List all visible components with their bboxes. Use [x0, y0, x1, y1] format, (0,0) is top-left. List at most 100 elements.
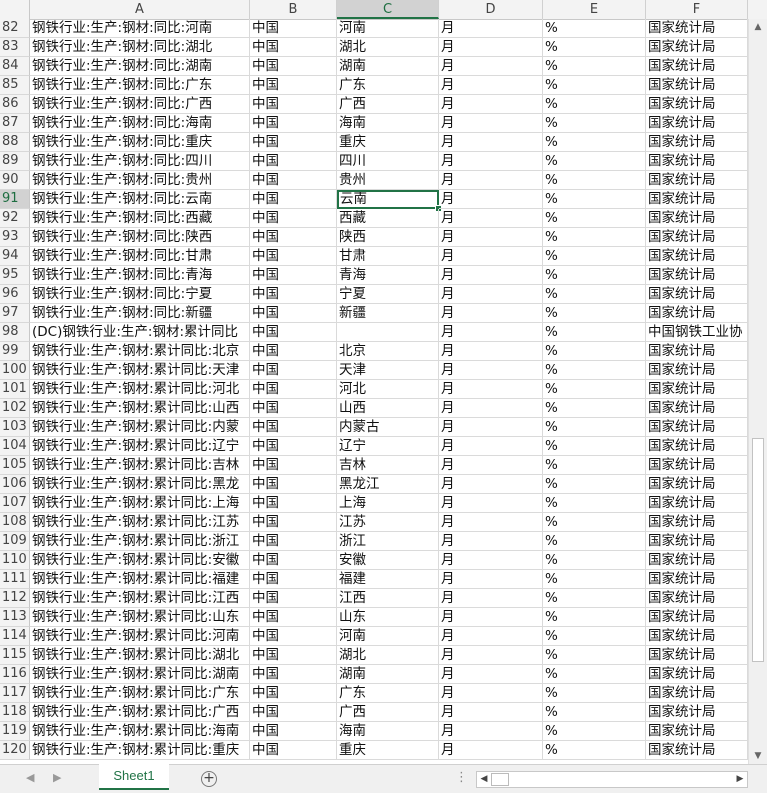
cell-a[interactable]: 钢铁行业:生产:钢材:累计同比:天津: [30, 361, 250, 380]
cell-e[interactable]: %: [543, 399, 646, 418]
cell-c[interactable]: 湖北: [337, 646, 439, 665]
arrow-right-icon[interactable]: ▶: [733, 772, 747, 787]
cell-d[interactable]: 月: [439, 152, 543, 171]
cell-b[interactable]: 中国: [250, 228, 337, 247]
cell-d[interactable]: 月: [439, 703, 543, 722]
cell-a[interactable]: 钢铁行业:生产:钢材:累计同比:吉林: [30, 456, 250, 475]
row-header[interactable]: 112: [0, 589, 30, 608]
cell-f[interactable]: 国家统计局: [646, 19, 748, 38]
cell-f[interactable]: 国家统计局: [646, 532, 748, 551]
cell-c[interactable]: 海南: [337, 722, 439, 741]
cell-a[interactable]: 钢铁行业:生产:钢材:累计同比:山东: [30, 608, 250, 627]
cell-f[interactable]: 国家统计局: [646, 570, 748, 589]
cell-b[interactable]: 中国: [250, 114, 337, 133]
column-header-e[interactable]: E: [543, 0, 646, 19]
cell-a[interactable]: 钢铁行业:生产:钢材:累计同比:江西: [30, 589, 250, 608]
cell-c[interactable]: 重庆: [337, 133, 439, 152]
cell-b[interactable]: 中国: [250, 342, 337, 361]
cell-c[interactable]: [337, 323, 439, 342]
cell-c[interactable]: 山东: [337, 608, 439, 627]
column-header-b[interactable]: B: [250, 0, 337, 19]
cell-f[interactable]: 国家统计局: [646, 380, 748, 399]
row-header[interactable]: 113: [0, 608, 30, 627]
cell-f[interactable]: 国家统计局: [646, 418, 748, 437]
select-all-corner[interactable]: [0, 0, 30, 19]
cell-e[interactable]: %: [543, 228, 646, 247]
cell-b[interactable]: 中国: [250, 627, 337, 646]
cell-b[interactable]: 中国: [250, 209, 337, 228]
cell-d[interactable]: 月: [439, 209, 543, 228]
cell-c[interactable]: 西藏: [337, 209, 439, 228]
cell-c[interactable]: 河南: [337, 627, 439, 646]
cell-d[interactable]: 月: [439, 76, 543, 95]
cell-b[interactable]: 中国: [250, 532, 337, 551]
cell-a[interactable]: 钢铁行业:生产:钢材:同比:海南: [30, 114, 250, 133]
cell-f[interactable]: 国家统计局: [646, 722, 748, 741]
cell-a[interactable]: 钢铁行业:生产:钢材:累计同比:湖北: [30, 646, 250, 665]
cell-e[interactable]: %: [543, 627, 646, 646]
cell-a[interactable]: 钢铁行业:生产:钢材:同比:重庆: [30, 133, 250, 152]
cell-b[interactable]: 中国: [250, 608, 337, 627]
cell-b[interactable]: 中国: [250, 399, 337, 418]
cell-e[interactable]: %: [543, 247, 646, 266]
cell-a[interactable]: 钢铁行业:生产:钢材:同比:陕西: [30, 228, 250, 247]
cell-d[interactable]: 月: [439, 665, 543, 684]
cell-a[interactable]: 钢铁行业:生产:钢材:同比:西藏: [30, 209, 250, 228]
cell-c[interactable]: 湖北: [337, 38, 439, 57]
cell-d[interactable]: 月: [439, 57, 543, 76]
cell-d[interactable]: 月: [439, 38, 543, 57]
spreadsheet-grid[interactable]: ABCDEF 82 钢铁行业:生产:钢材:同比:河南 中国 河南月% 国家统计局 83 钢铁…: [0, 0, 767, 764]
cell-a[interactable]: 钢铁行业:生产:钢材:累计同比:河北: [30, 380, 250, 399]
cell-d[interactable]: 月: [439, 228, 543, 247]
cell-a[interactable]: 钢铁行业:生产:钢材:同比:新疆: [30, 304, 250, 323]
cell-b[interactable]: 中国: [250, 76, 337, 95]
cell-d[interactable]: 月: [439, 494, 543, 513]
cell-f[interactable]: 国家统计局: [646, 228, 748, 247]
row-header[interactable]: 120: [0, 741, 30, 760]
cell-e[interactable]: %: [543, 551, 646, 570]
cell-c[interactable]: 广西: [337, 95, 439, 114]
cell-c[interactable]: 青海: [337, 266, 439, 285]
cell-c[interactable]: 天津: [337, 361, 439, 380]
cell-a[interactable]: 钢铁行业:生产:钢材:同比:河南: [30, 19, 250, 38]
cell-c[interactable]: 浙江: [337, 532, 439, 551]
cell-d[interactable]: 月: [439, 266, 543, 285]
row-header[interactable]: 97: [0, 304, 30, 323]
cell-e[interactable]: %: [543, 209, 646, 228]
cell-e[interactable]: %: [543, 95, 646, 114]
cell-d[interactable]: 月: [439, 570, 543, 589]
cell-e[interactable]: %: [543, 589, 646, 608]
cell-c[interactable]: 海南: [337, 114, 439, 133]
row-header[interactable]: 109: [0, 532, 30, 551]
cell-f[interactable]: 国家统计局: [646, 171, 748, 190]
cell-c[interactable]: 河南: [337, 19, 439, 38]
cell-a[interactable]: 钢铁行业:生产:钢材:累计同比:江苏: [30, 513, 250, 532]
cell-e[interactable]: %: [543, 646, 646, 665]
cell-c[interactable]: 甘肃: [337, 247, 439, 266]
cell-a[interactable]: 钢铁行业:生产:钢材:累计同比:福建: [30, 570, 250, 589]
row-header[interactable]: 82: [0, 19, 30, 38]
cell-d[interactable]: 月: [439, 399, 543, 418]
cell-e[interactable]: %: [543, 722, 646, 741]
cell-a[interactable]: 钢铁行业:生产:钢材:同比:四川: [30, 152, 250, 171]
cell-b[interactable]: 中国: [250, 266, 337, 285]
cell-f[interactable]: 国家统计局: [646, 152, 748, 171]
row-header[interactable]: 92: [0, 209, 30, 228]
cell-c[interactable]: 安徽: [337, 551, 439, 570]
cell-a[interactable]: 钢铁行业:生产:钢材:累计同比:北京: [30, 342, 250, 361]
cell-b[interactable]: 中国: [250, 684, 337, 703]
cell-d[interactable]: 月: [439, 380, 543, 399]
cell-c[interactable]: 广西: [337, 703, 439, 722]
cell-d[interactable]: 月: [439, 304, 543, 323]
vertical-scroll-thumb[interactable]: [752, 438, 764, 662]
cell-f[interactable]: 国家统计局: [646, 361, 748, 380]
cell-f[interactable]: 国家统计局: [646, 342, 748, 361]
row-header[interactable]: 85: [0, 76, 30, 95]
row-header[interactable]: 94: [0, 247, 30, 266]
row-header[interactable]: 105: [0, 456, 30, 475]
row-header[interactable]: 91: [0, 190, 30, 209]
cell-f[interactable]: 中国钢铁工业协: [646, 323, 748, 342]
cell-f[interactable]: 国家统计局: [646, 285, 748, 304]
row-header[interactable]: 117: [0, 684, 30, 703]
cell-b[interactable]: 中国: [250, 361, 337, 380]
